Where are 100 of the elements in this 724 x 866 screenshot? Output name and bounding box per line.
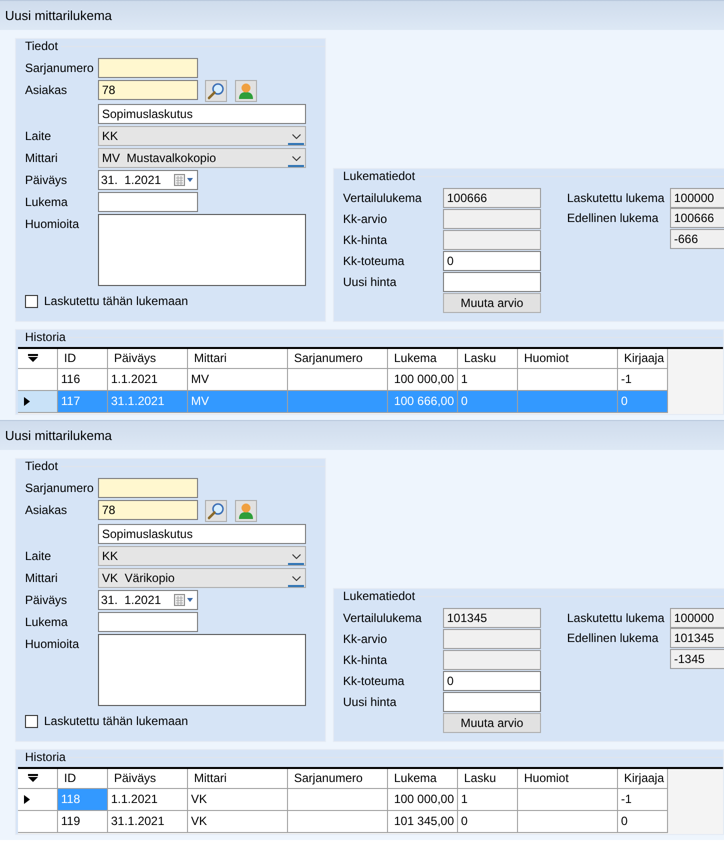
column-header[interactable]: Kirjaaja [618,769,668,789]
field-label: Sarjanumero [25,480,95,497]
table-cell: 1.1.2021 [108,369,188,391]
field-label: Huomioita [25,216,80,233]
text-field[interactable] [98,192,198,212]
field-label: Laite [25,128,52,145]
filter-icon [28,354,38,363]
table-cell: -1 [618,369,668,391]
text-field[interactable]: 0 [443,671,541,691]
group-title: Tiedot [24,39,59,53]
text-field[interactable]: Sopimuslaskutus [98,104,306,124]
column-header[interactable]: Lasku [458,349,518,369]
window-title: Uusi mittarilukema [5,426,112,445]
column-header[interactable]: Kirjaaja [618,349,668,369]
search-button[interactable] [205,80,227,102]
field-label: Lukema [25,194,69,211]
field-label: Uusi hinta [343,694,398,711]
column-header[interactable]: Sarjanumero [288,769,388,789]
checkbox-label: Laskutettu tähän lukemaan [44,293,188,310]
dropdown[interactable]: KK [98,546,306,566]
column-header[interactable]: Lukema [388,769,458,789]
field-label: Kk-arvio [343,211,388,228]
group-title: Tiedot [24,459,59,473]
field-label: Uusi hinta [343,274,398,291]
table-cell: MV [188,369,288,391]
calendar-icon [174,174,194,186]
text-field[interactable] [443,272,541,292]
column-header[interactable]: Päiväys [108,769,188,789]
column-header[interactable]: Huomiot [518,769,618,789]
field-label: Sarjanumero [25,60,95,77]
field-label: Kk-toteuma [343,673,406,690]
chevron-down-icon [292,156,300,161]
table-cell: MV [188,391,288,413]
search-icon [207,82,225,100]
customer-button[interactable] [235,80,257,102]
field-label: Vertailulukema [343,610,423,627]
dropdown[interactable]: MV Mustavalkokopio [98,148,306,168]
table-cell: 1 [458,789,518,811]
table-cell: 1.1.2021 [108,789,188,811]
change-estimate-button[interactable]: Muuta arvio [443,293,541,313]
field-label: Asiakas [25,502,68,519]
text-field[interactable] [98,612,198,632]
person-icon [237,502,255,520]
dropdown[interactable]: VK Värikopio [98,568,306,588]
table-cell: 100 666,00 [388,391,458,413]
field-label: Laskutettu lukema [567,190,666,207]
row-header[interactable] [18,391,58,413]
checkbox[interactable] [25,714,38,728]
notes-field[interactable] [98,214,306,286]
table-cell: 117 [58,391,108,413]
field-label: Edellinen lukema [567,630,660,647]
table-cell: 0 [458,811,518,833]
group-title: Lukematiedot [342,169,416,183]
column-header[interactable]: Huomiot [518,349,618,369]
column-header[interactable]: ID [58,769,108,789]
row-header[interactable] [18,789,58,811]
table-cell: 100 000,00 [388,369,458,391]
table-cell: 118 [58,789,108,811]
text-field[interactable]: Sopimuslaskutus [98,524,306,544]
current-row-icon [24,397,30,406]
column-header[interactable]: Päiväys [108,349,188,369]
change-estimate-button[interactable]: Muuta arvio [443,713,541,733]
column-header[interactable]: Lukema [388,349,458,369]
date-picker[interactable]: 31. 1.2021 [98,590,198,610]
table-cell: 119 [58,811,108,833]
chevron-down-icon [292,134,300,139]
field-label: Päiväys [25,592,68,609]
text-field[interactable]: 78 [98,80,198,100]
calendar-icon [174,594,194,606]
text-field[interactable] [98,478,198,498]
field-label: Päiväys [25,172,68,189]
field-label: Kk-hinta [343,232,388,249]
group-title: Historia [24,330,67,344]
table-cell: VK [188,811,288,833]
text-field[interactable]: 0 [443,251,541,271]
column-header[interactable]: Mittari [188,349,288,369]
table-cell: 0 [618,811,668,833]
text-field[interactable] [98,58,198,78]
column-header[interactable]: ID [58,349,108,369]
group-title: Lukematiedot [342,589,416,603]
table-cell: -1 [618,789,668,811]
person-icon [237,82,255,100]
search-button[interactable] [205,500,227,522]
customer-button[interactable] [235,500,257,522]
text-field[interactable] [443,692,541,712]
chevron-down-icon [292,576,300,581]
table-cell: VK [188,789,288,811]
field-label: Lukema [25,614,69,631]
field-label: Laite [25,548,52,565]
column-header[interactable]: Sarjanumero [288,349,388,369]
column-header[interactable]: Mittari [188,769,288,789]
date-picker[interactable]: 31. 1.2021 [98,170,198,190]
group-title: Historia [24,750,67,764]
table-cell: 0 [618,391,668,413]
notes-field[interactable] [98,634,306,706]
dropdown[interactable]: KK [98,126,306,146]
window-title: Uusi mittarilukema [5,6,112,25]
checkbox[interactable] [25,294,38,308]
text-field[interactable]: 78 [98,500,198,520]
column-header[interactable]: Lasku [458,769,518,789]
